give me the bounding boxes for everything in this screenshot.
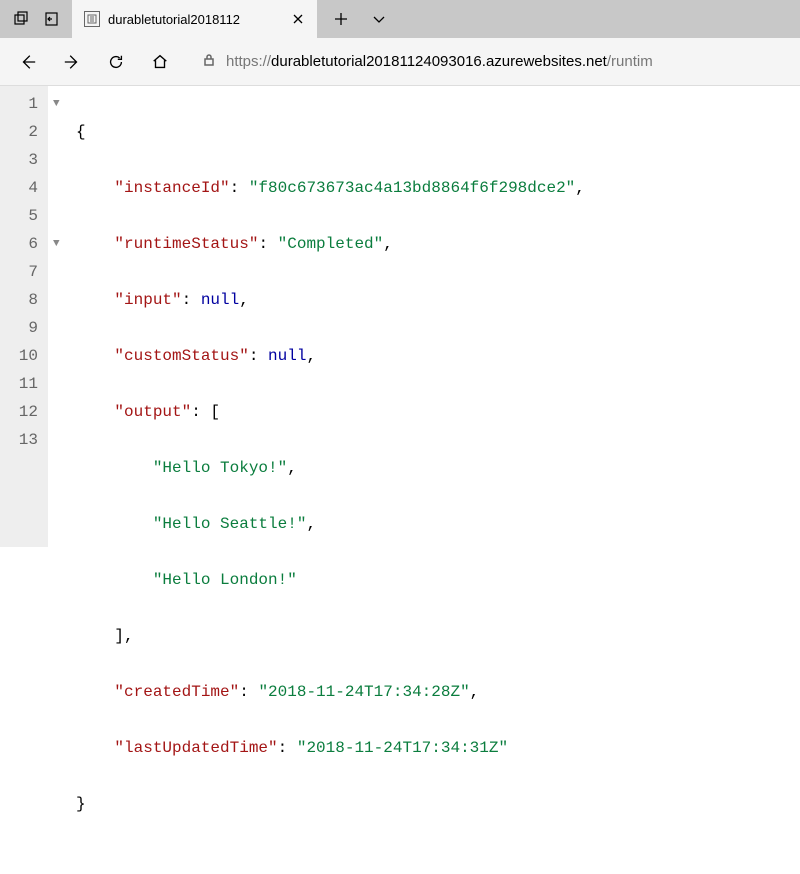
line-number: 5 xyxy=(0,202,38,230)
fold-gutter: ▼ ▼ xyxy=(48,86,76,547)
line-number: 8 xyxy=(0,286,38,314)
line-number: 11 xyxy=(0,370,38,398)
json-key: "createdTime" xyxy=(114,683,239,701)
line-number: 10 xyxy=(0,342,38,370)
line-number: 7 xyxy=(0,258,38,286)
fold-toggle-icon[interactable]: ▼ xyxy=(53,230,60,258)
forward-button[interactable] xyxy=(50,40,94,84)
json-key: "output" xyxy=(114,403,191,421)
json-key: "customStatus" xyxy=(114,347,248,365)
json-key: "lastUpdatedTime" xyxy=(114,739,277,757)
line-number: 4 xyxy=(0,174,38,202)
line-number: 9 xyxy=(0,314,38,342)
url-host: durabletutorial20181124093016.azurewebsi… xyxy=(271,53,607,70)
page-content: 1 2 3 4 5 6 7 8 9 10 11 12 13 ▼ ▼ { "ins… xyxy=(0,86,800,547)
url-text: https://durabletutorial20181124093016.az… xyxy=(226,53,653,70)
url-scheme: https:// xyxy=(226,53,271,70)
url-path: /runtim xyxy=(607,53,653,70)
close-tab-button[interactable] xyxy=(289,10,307,28)
json-value: null xyxy=(268,347,306,365)
line-number: 3 xyxy=(0,146,38,174)
refresh-button[interactable] xyxy=(94,40,138,84)
tab-title: durabletutorial2018112 xyxy=(108,12,240,27)
json-value: "Hello London!" xyxy=(153,571,297,589)
json-value: "2018-11-24T17:34:28Z" xyxy=(258,683,469,701)
tab-strip: durabletutorial2018112 xyxy=(0,0,800,38)
json-value: "Hello Seattle!" xyxy=(153,515,307,533)
json-code: { "instanceId": "f80c673673ac4a13bd8864f… xyxy=(76,86,585,547)
line-number-gutter: 1 2 3 4 5 6 7 8 9 10 11 12 13 xyxy=(0,86,48,547)
line-number: 2 xyxy=(0,118,38,146)
lock-icon xyxy=(202,53,216,70)
json-value: "2018-11-24T17:34:31Z" xyxy=(297,739,508,757)
line-number: 13 xyxy=(0,426,38,454)
window-controls xyxy=(0,0,72,38)
json-value: "Completed" xyxy=(278,235,384,253)
line-number: 1 xyxy=(0,90,38,118)
address-bar[interactable]: https://durabletutorial20181124093016.az… xyxy=(192,46,794,78)
fold-toggle-icon[interactable]: ▼ xyxy=(53,90,60,118)
tab-actions-icon[interactable] xyxy=(6,0,36,38)
nav-bar: https://durabletutorial20181124093016.az… xyxy=(0,38,800,86)
json-key: "instanceId" xyxy=(114,179,229,197)
line-number: 6 xyxy=(0,230,38,258)
browser-tab[interactable]: durabletutorial2018112 xyxy=(72,0,317,38)
json-key: "runtimeStatus" xyxy=(114,235,258,253)
line-number: 12 xyxy=(0,398,38,426)
json-value: "Hello Tokyo!" xyxy=(153,459,287,477)
new-tab-button[interactable] xyxy=(323,0,359,38)
home-button[interactable] xyxy=(138,40,182,84)
tab-strip-actions xyxy=(317,0,397,38)
page-favicon xyxy=(84,11,100,27)
set-aside-icon[interactable] xyxy=(36,0,66,38)
tab-overflow-button[interactable] xyxy=(361,0,397,38)
json-value: null xyxy=(201,291,239,309)
json-key: "input" xyxy=(114,291,181,309)
back-button[interactable] xyxy=(6,40,50,84)
json-value: "f80c673673ac4a13bd8864f6f298dce2" xyxy=(249,179,575,197)
